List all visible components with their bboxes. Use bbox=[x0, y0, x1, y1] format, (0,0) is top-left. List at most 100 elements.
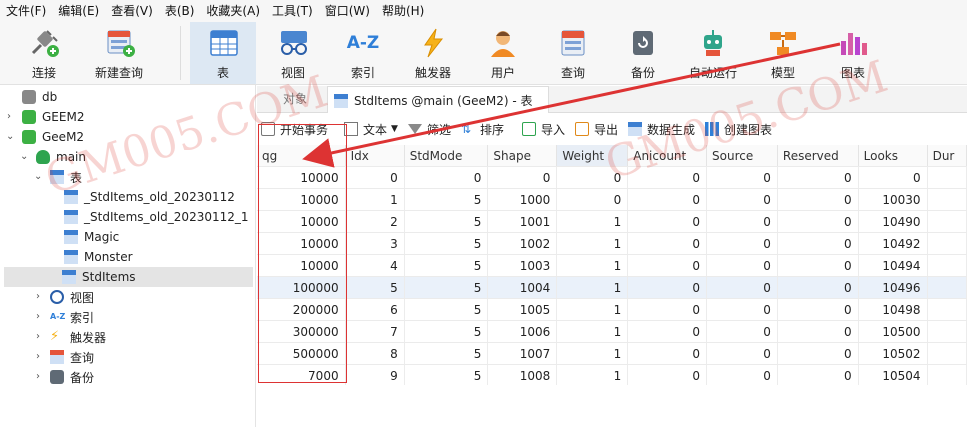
tree-node-table-monster[interactable]: Monster bbox=[64, 247, 133, 267]
table-cell[interactable]: 4 bbox=[346, 255, 405, 276]
table-cell[interactable] bbox=[928, 277, 967, 298]
table-cell[interactable]: 0 bbox=[488, 167, 558, 188]
column-header-stdmode[interactable]: StdMode bbox=[405, 145, 489, 166]
table-cell[interactable]: 0 bbox=[778, 255, 859, 276]
table-cell[interactable]: 3 bbox=[346, 233, 405, 254]
chevron-right-icon[interactable]: › bbox=[36, 291, 40, 302]
table-cell[interactable]: 0 bbox=[628, 211, 707, 232]
filter-button[interactable]: 筛选 bbox=[407, 121, 451, 138]
table-cell[interactable]: 1007 bbox=[488, 343, 558, 364]
menu-view[interactable]: 查看(V) bbox=[111, 2, 153, 19]
chevron-right-icon[interactable]: › bbox=[36, 371, 40, 382]
table-cell[interactable]: 5 bbox=[405, 343, 489, 364]
table-cell[interactable]: 10502 bbox=[859, 343, 928, 364]
table-cell[interactable]: 5 bbox=[405, 277, 489, 298]
tree-node-db[interactable]: db bbox=[22, 87, 57, 107]
table-cell[interactable]: 0 bbox=[557, 189, 629, 210]
menu-tools[interactable]: 工具(T) bbox=[272, 2, 313, 19]
table-cell[interactable]: 0 bbox=[778, 167, 859, 188]
table-cell[interactable]: 0 bbox=[628, 299, 707, 320]
table-cell[interactable]: 0 bbox=[778, 365, 859, 385]
tree-node-indexes[interactable]: A-Z 索引 bbox=[50, 307, 94, 327]
table-cell[interactable]: 1000 bbox=[488, 189, 558, 210]
table-cell[interactable] bbox=[928, 299, 967, 320]
tree-node-table-magic[interactable]: Magic bbox=[64, 227, 119, 247]
table-cell[interactable]: 1006 bbox=[488, 321, 558, 342]
table-cell[interactable]: 0 bbox=[778, 343, 859, 364]
table-cell[interactable]: 0 bbox=[859, 167, 928, 188]
table-cell[interactable]: 0 bbox=[778, 277, 859, 298]
table-cell[interactable] bbox=[928, 365, 967, 385]
export-button[interactable]: 导出 bbox=[575, 121, 618, 138]
table-cell[interactable]: 0 bbox=[707, 343, 778, 364]
column-header-reserved[interactable]: Reserved bbox=[778, 145, 859, 166]
table-cell[interactable]: 0 bbox=[346, 167, 405, 188]
table-cell[interactable]: 10000 bbox=[257, 167, 346, 188]
table-cell[interactable]: 1004 bbox=[488, 277, 558, 298]
new-query-button[interactable]: 新建查询 bbox=[86, 22, 152, 84]
backup-button[interactable]: 备份 bbox=[610, 22, 676, 84]
column-header-looks[interactable]: Looks bbox=[859, 145, 928, 166]
table-cell[interactable] bbox=[928, 189, 967, 210]
table-cell[interactable]: 0 bbox=[707, 277, 778, 298]
table-cell[interactable]: 0 bbox=[707, 233, 778, 254]
table-cell[interactable]: 500000 bbox=[257, 343, 346, 364]
table-cell[interactable]: 10000 bbox=[257, 255, 346, 276]
connect-button[interactable]: 连接 bbox=[11, 22, 77, 84]
sort-button[interactable]: ⇅ 排序 bbox=[461, 121, 504, 138]
table-row[interactable]: 200000 6 5 1005 1 0 0 0 10498 bbox=[257, 299, 967, 321]
table-cell[interactable]: 1008 bbox=[488, 365, 558, 385]
table-cell[interactable]: 0 bbox=[628, 365, 707, 385]
chevron-right-icon[interactable]: › bbox=[36, 351, 40, 362]
table-row[interactable]: 500000 8 5 1007 1 0 0 0 10502 bbox=[257, 343, 967, 365]
index-button[interactable]: A-Z 索引 bbox=[330, 22, 396, 84]
table-cell[interactable]: 0 bbox=[707, 255, 778, 276]
table-cell[interactable]: 10000 bbox=[257, 211, 346, 232]
table-cell[interactable]: 1 bbox=[346, 189, 405, 210]
table-cell[interactable]: 0 bbox=[707, 189, 778, 210]
table-cell[interactable] bbox=[928, 233, 967, 254]
table-cell[interactable]: 10500 bbox=[859, 321, 928, 342]
table-cell[interactable]: 0 bbox=[778, 211, 859, 232]
table-cell[interactable]: 7000 bbox=[257, 365, 346, 385]
table-cell[interactable]: 0 bbox=[628, 233, 707, 254]
tree-node-triggers[interactable]: ⚡ 触发器 bbox=[50, 327, 106, 347]
table-cell[interactable]: 1005 bbox=[488, 299, 558, 320]
table-cell[interactable]: 5 bbox=[405, 365, 489, 385]
menu-help[interactable]: 帮助(H) bbox=[382, 2, 424, 19]
table-cell[interactable]: 0 bbox=[628, 343, 707, 364]
table-cell[interactable]: 9 bbox=[346, 365, 405, 385]
tab-stditems[interactable]: StdItems @main (GeeM2) - 表 bbox=[327, 86, 549, 114]
table-row[interactable]: 300000 7 5 1006 1 0 0 0 10500 bbox=[257, 321, 967, 343]
table-cell[interactable]: 8 bbox=[346, 343, 405, 364]
menu-edit[interactable]: 编辑(E) bbox=[58, 2, 99, 19]
table-cell[interactable]: 0 bbox=[778, 321, 859, 342]
table-cell[interactable]: 10000 bbox=[257, 233, 346, 254]
table-cell[interactable]: 0 bbox=[778, 233, 859, 254]
table-cell[interactable]: 1 bbox=[557, 365, 629, 385]
column-header-idx[interactable]: Idx bbox=[346, 145, 405, 166]
table-cell[interactable]: 100000 bbox=[257, 277, 346, 298]
table-cell[interactable]: 1 bbox=[557, 233, 629, 254]
text-button[interactable]: 文本 ▼ bbox=[344, 121, 398, 138]
table-cell[interactable]: 1 bbox=[557, 255, 629, 276]
column-header-dur[interactable]: Dur bbox=[928, 145, 967, 166]
table-cell[interactable]: 5 bbox=[405, 189, 489, 210]
tree-node-table-stditems[interactable]: StdItems bbox=[4, 267, 253, 287]
table-cell[interactable] bbox=[928, 321, 967, 342]
tree-node-table-old-2[interactable]: _StdItems_old_20230112_1 bbox=[64, 207, 249, 227]
auto-run-button[interactable]: 自动运行 bbox=[680, 22, 746, 84]
table-cell[interactable]: 1001 bbox=[488, 211, 558, 232]
menu-table[interactable]: 表(B) bbox=[165, 2, 195, 19]
column-header-qg[interactable]: qg bbox=[257, 145, 346, 166]
menu-file[interactable]: 文件(F) bbox=[6, 2, 46, 19]
table-cell[interactable]: 0 bbox=[707, 299, 778, 320]
table-cell[interactable]: 1002 bbox=[488, 233, 558, 254]
table-cell[interactable]: 5 bbox=[346, 277, 405, 298]
tree-node-backups[interactable]: 备份 bbox=[50, 367, 94, 387]
table-cell[interactable]: 0 bbox=[628, 255, 707, 276]
table-row[interactable]: 100000 5 5 1004 1 0 0 0 10496 bbox=[257, 277, 967, 299]
table-row[interactable]: 7000 9 5 1008 1 0 0 0 10504 bbox=[257, 365, 967, 385]
table-cell[interactable]: 0 bbox=[628, 189, 707, 210]
table-cell[interactable]: 0 bbox=[707, 211, 778, 232]
